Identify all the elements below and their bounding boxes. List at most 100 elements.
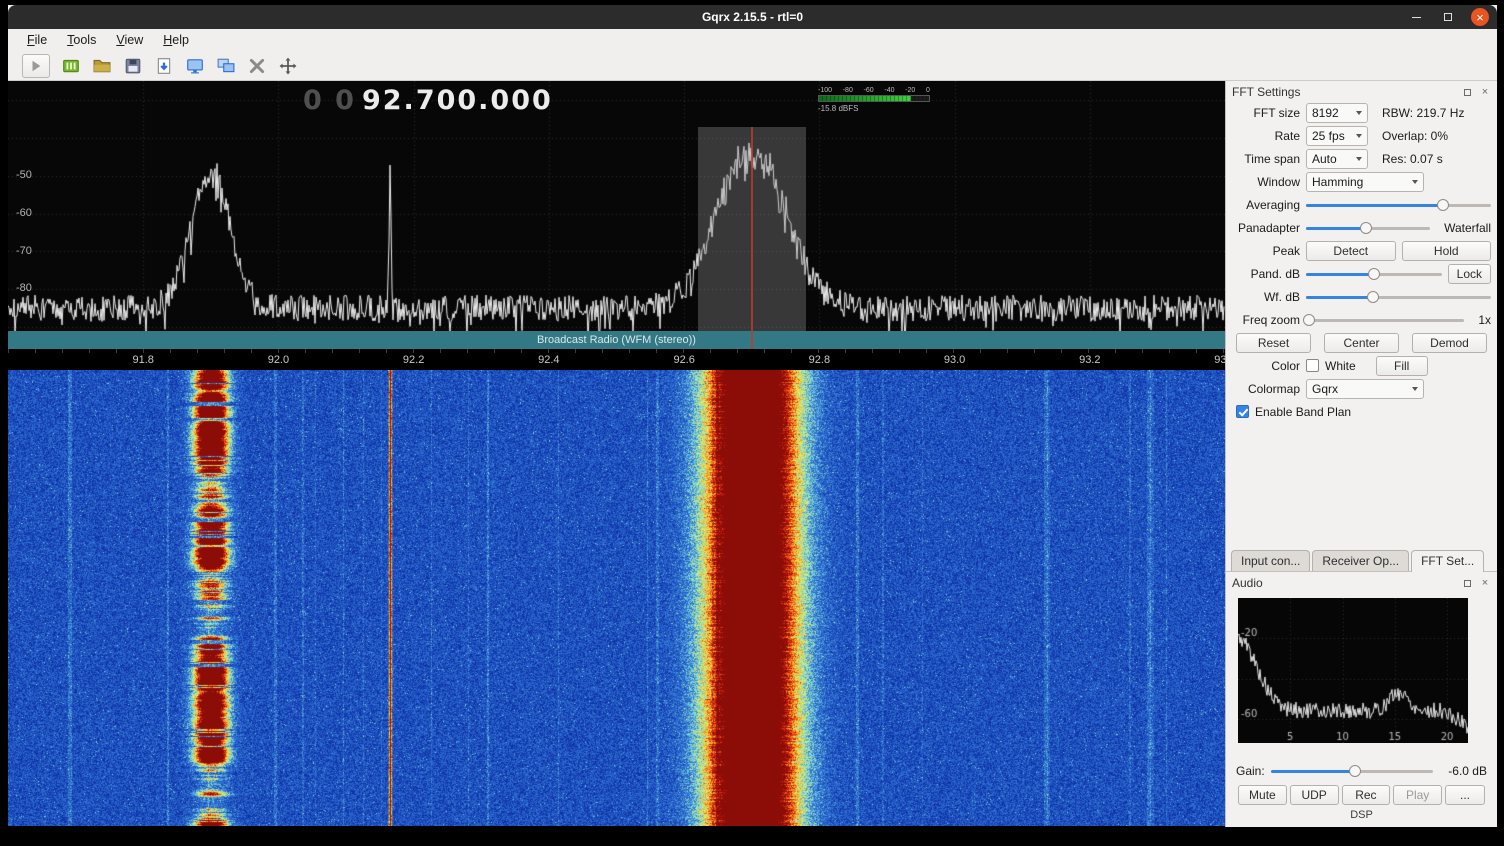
slider-handle[interactable] [1349, 765, 1361, 777]
peak-row: Peak Detect Hold [1226, 239, 1497, 262]
slider-handle[interactable] [1367, 291, 1379, 303]
pand-db-slider[interactable] [1306, 266, 1442, 282]
bookmarks-button[interactable] [61, 56, 81, 76]
fill-button[interactable]: Fill [1376, 356, 1428, 376]
save-settings-button[interactable] [123, 56, 143, 76]
wf-db-slider[interactable] [1306, 289, 1491, 305]
play-dsp-button[interactable] [22, 54, 50, 78]
window-title: Gqrx 2.15.5 - rtl=0 [8, 10, 1497, 24]
panadapter-slider[interactable] [1306, 220, 1430, 236]
reset-button[interactable]: Reset [1236, 333, 1311, 353]
slider-handle[interactable] [1360, 222, 1372, 234]
wf-db-label: Wf. dB [1232, 290, 1300, 304]
titlebar[interactable]: Gqrx 2.15.5 - rtl=0 × [8, 5, 1497, 29]
slider-handle[interactable] [1437, 199, 1449, 211]
menu-view[interactable]: View [107, 31, 152, 49]
meter-tick: 0 [926, 87, 930, 94]
res-info: Res: 0.07 s [1374, 152, 1443, 166]
close-button[interactable]: × [1471, 8, 1489, 26]
tuning-line[interactable] [751, 127, 753, 349]
enable-band-plan-checkbox[interactable] [1236, 405, 1249, 418]
fft-size-row: FFT size 8192 RBW: 219.7 Hz [1226, 101, 1497, 124]
tab-receiver-options[interactable]: Receiver Op... [1312, 550, 1409, 571]
waterfall-label: Waterfall [1436, 221, 1491, 235]
peak-hold-button[interactable]: Hold [1402, 241, 1492, 261]
load-settings-button[interactable] [92, 56, 112, 76]
audio-fft-canvas[interactable] [1238, 598, 1468, 743]
waterfall[interactable] [8, 370, 1225, 827]
menubar: File Tools View Help [8, 29, 1497, 51]
spectrum-canvas[interactable] [8, 81, 1225, 331]
remote-control-button[interactable] [185, 56, 205, 76]
tab-input-controls[interactable]: Input con... [1231, 550, 1310, 571]
slider-fill [1306, 227, 1366, 230]
slider-fill [1306, 273, 1374, 276]
iq-tools-button[interactable] [154, 56, 174, 76]
maximize-button[interactable] [1439, 8, 1457, 26]
audio-buttons: Mute UDP Rec Play ... [1226, 781, 1497, 805]
panadapter-label: Panadapter [1232, 221, 1300, 235]
white-checkbox[interactable] [1306, 359, 1319, 372]
menu-help[interactable]: Help [154, 31, 198, 49]
close-icon[interactable]: × [1479, 86, 1491, 98]
dsp-dock-label: DSP [1226, 805, 1497, 827]
wf-db-row: Wf. dB [1226, 285, 1497, 308]
time-span-select[interactable]: Auto [1306, 149, 1368, 169]
window-select[interactable]: Hamming [1306, 172, 1424, 192]
fft-size-select[interactable]: 8192 [1306, 103, 1368, 123]
float-icon[interactable] [1461, 577, 1473, 589]
minimize-button[interactable] [1407, 8, 1425, 26]
fullscreen-button[interactable] [278, 56, 298, 76]
demod-button[interactable]: Demod [1412, 333, 1487, 353]
averaging-slider[interactable] [1306, 197, 1491, 213]
slider-handle[interactable] [1303, 314, 1315, 326]
rate-select[interactable]: 25 fps [1306, 126, 1368, 146]
close-icon[interactable]: × [1479, 577, 1491, 589]
center-button[interactable]: Center [1324, 333, 1399, 353]
tab-fft-settings[interactable]: FFT Set... [1411, 550, 1484, 572]
move-arrows-icon [279, 57, 297, 75]
pand-db-label: Pand. dB [1232, 267, 1300, 281]
fft-size-value: 8192 [1312, 106, 1339, 120]
zoom-factor: 1x [1470, 313, 1491, 327]
lock-button[interactable]: Lock [1448, 264, 1491, 284]
bookmarks-icon [62, 57, 80, 75]
gain-slider[interactable] [1271, 763, 1433, 779]
audio-title: Audio [1232, 576, 1263, 590]
peak-detect-button[interactable]: Detect [1306, 241, 1396, 261]
folder-open-icon [93, 57, 111, 75]
db-tick: -80 [16, 282, 32, 294]
mute-button[interactable]: Mute [1238, 785, 1287, 805]
frequency-leading-zeros: 0 0 [303, 85, 356, 116]
signal-meter: -100 -80 -60 -40 -20 0 -15.8 dBFS [818, 87, 930, 113]
frequency-display[interactable]: 0 092.700.000 [303, 85, 553, 116]
chevron-down-icon [1356, 111, 1362, 115]
freq-zoom-slider[interactable] [1306, 312, 1464, 328]
slider-handle[interactable] [1368, 268, 1380, 280]
more-button[interactable]: ... [1445, 785, 1485, 805]
rate-value: 25 fps [1312, 129, 1345, 143]
dx-cluster-button[interactable] [216, 56, 236, 76]
colormap-select[interactable]: Gqrx [1306, 379, 1424, 399]
audio-dock-title: Audio × [1226, 572, 1497, 592]
udp-button[interactable]: UDP [1290, 785, 1339, 805]
audio-fft-plot[interactable] [1238, 598, 1469, 743]
play-button[interactable]: Play [1393, 785, 1442, 805]
float-icon[interactable] [1461, 86, 1473, 98]
rec-button[interactable]: Rec [1342, 785, 1391, 805]
freq-tick: 92.0 [268, 354, 289, 366]
fft-settings-title: FFT Settings [1232, 85, 1300, 99]
io-config-button[interactable] [247, 56, 267, 76]
peak-label: Peak [1232, 244, 1300, 258]
frequency-scale[interactable]: 91.8 92.0 92.2 92.4 92.6 92.8 93.0 93.2 … [8, 349, 1225, 370]
menu-file[interactable]: File [18, 31, 56, 49]
waterfall-canvas[interactable] [8, 370, 1225, 826]
toolbar [8, 51, 1497, 81]
menu-tools[interactable]: Tools [58, 31, 105, 49]
panel-spacer [1226, 423, 1497, 549]
meter-tick: -80 [843, 87, 853, 94]
meter-tick: -100 [818, 87, 832, 94]
fft-plot[interactable]: -50 -60 -70 -80 0 092.700.000 -100 -80 -… [8, 81, 1225, 331]
meter-tick: -20 [905, 87, 915, 94]
band-plan-row: Enable Band Plan [1226, 400, 1497, 423]
